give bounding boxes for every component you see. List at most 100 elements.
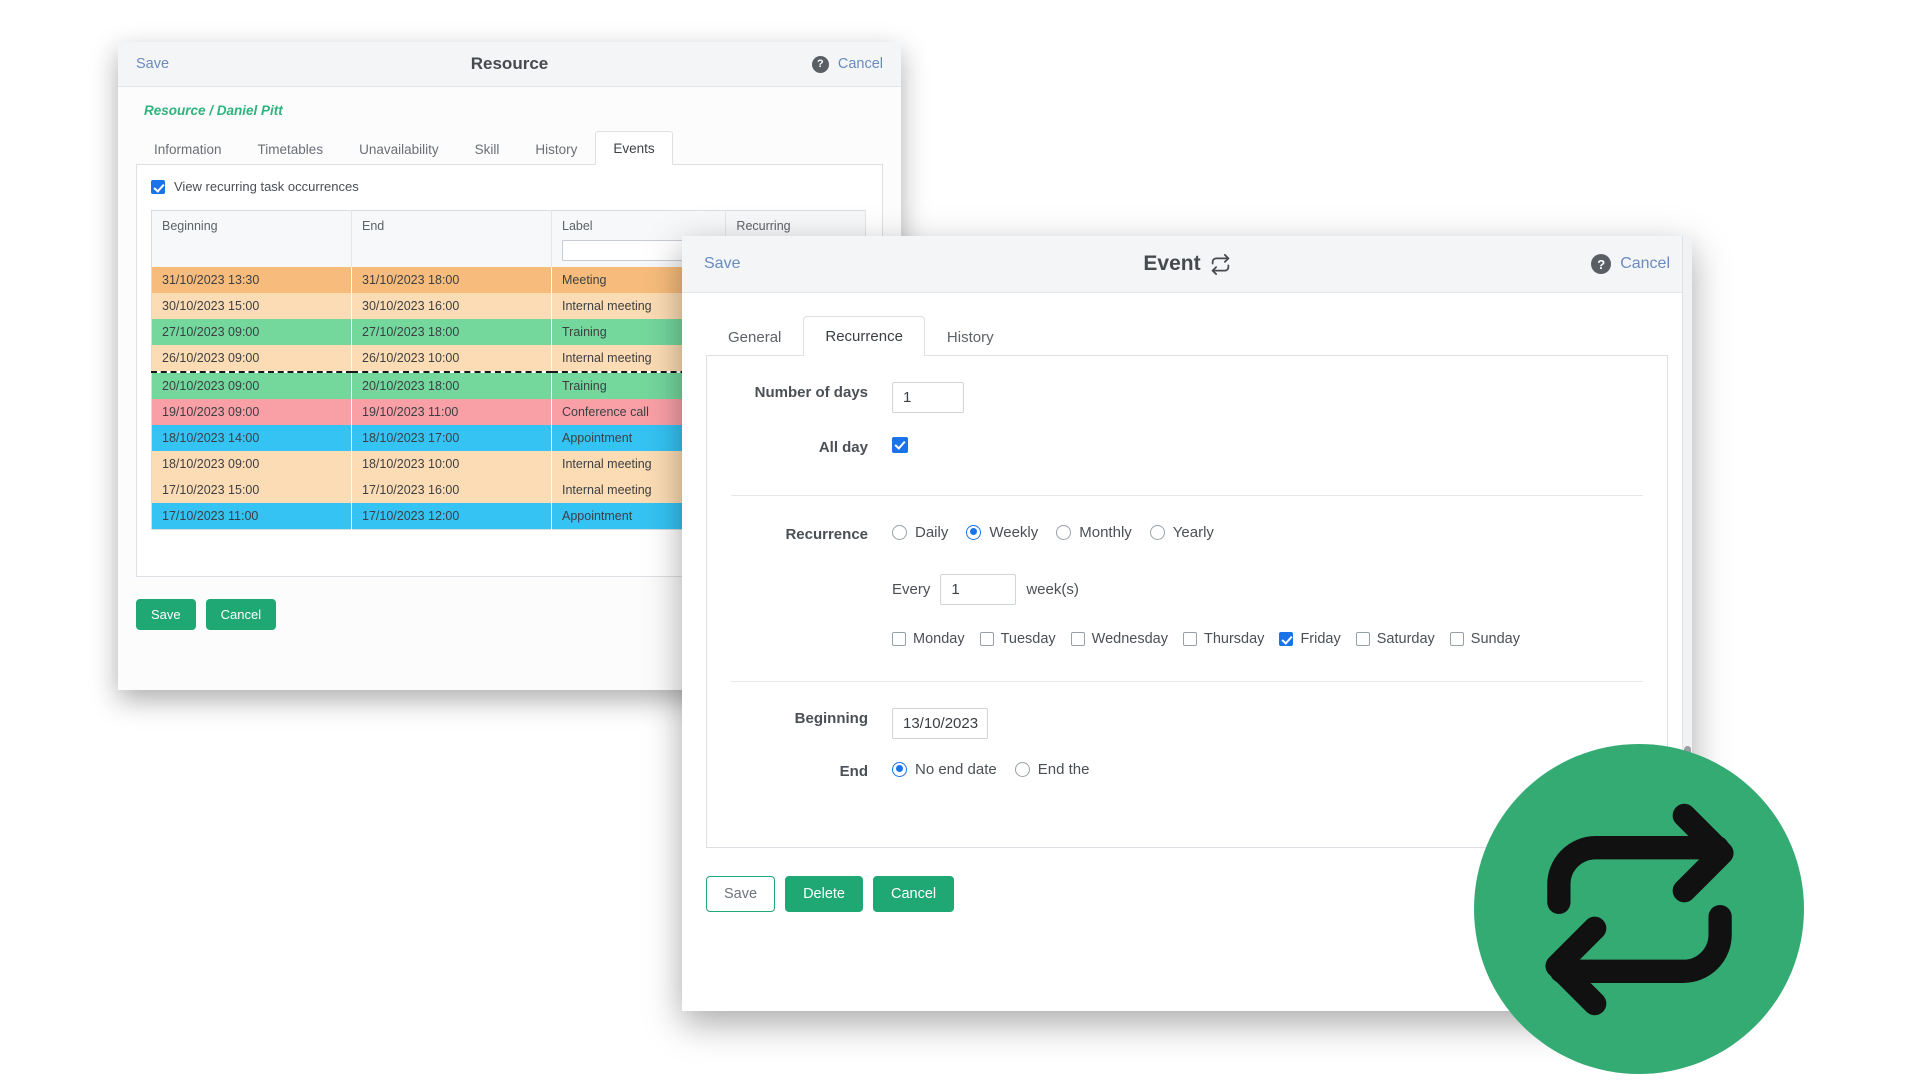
checkbox-wednesday[interactable] bbox=[1071, 632, 1085, 646]
resource-cancel-button[interactable]: Cancel bbox=[206, 599, 276, 630]
cell-beginning: 19/10/2023 09:00 bbox=[152, 399, 352, 425]
resource-dialog-title: Resource bbox=[118, 54, 901, 74]
cell-end: 31/10/2023 18:00 bbox=[352, 267, 552, 293]
cell-end: 17/10/2023 16:00 bbox=[352, 477, 552, 503]
beginning-date-input[interactable]: 13/10/2023 bbox=[892, 708, 988, 739]
tab-skill[interactable]: Skill bbox=[457, 132, 518, 165]
radio-yearly-label: Yearly bbox=[1173, 524, 1214, 541]
column-label-beginning: Beginning bbox=[162, 219, 341, 233]
radio-daily[interactable] bbox=[892, 525, 907, 540]
weekday-saturday-label: Saturday bbox=[1377, 631, 1435, 647]
weekday-tuesday[interactable]: Tuesday bbox=[980, 631, 1056, 647]
cell-end: 18/10/2023 17:00 bbox=[352, 425, 552, 451]
radio-no-end-date-label: No end date bbox=[915, 761, 997, 778]
resource-tabbar: Information Timetables Unavailability Sk… bbox=[136, 130, 883, 165]
resource-header-actions: ? Cancel bbox=[812, 56, 883, 73]
event-tabbar: General Recurrence History bbox=[706, 315, 1668, 356]
recurrence-icon bbox=[1210, 254, 1231, 275]
resource-title-text: Resource bbox=[471, 54, 548, 74]
cell-end: 26/10/2023 10:00 bbox=[352, 345, 552, 372]
view-recurring-row[interactable]: View recurring task occurrences bbox=[151, 179, 868, 194]
weekday-sunday-label: Sunday bbox=[1471, 631, 1520, 647]
radio-no-end-date[interactable] bbox=[892, 762, 907, 777]
cell-beginning: 18/10/2023 09:00 bbox=[152, 451, 352, 477]
column-header-beginning[interactable]: Beginning bbox=[152, 211, 352, 268]
number-of-days-row: Number of days 1 bbox=[707, 382, 1667, 413]
weekday-thursday-label: Thursday bbox=[1204, 631, 1264, 647]
beginning-label: Beginning bbox=[707, 708, 892, 730]
resource-header-save-link[interactable]: Save bbox=[136, 56, 169, 72]
resource-header-cancel-link[interactable]: Cancel bbox=[838, 56, 883, 72]
tab-timetables[interactable]: Timetables bbox=[240, 132, 342, 165]
event-dialog-title: Event bbox=[682, 252, 1692, 276]
cell-beginning: 31/10/2023 13:30 bbox=[152, 267, 352, 293]
weekday-thursday[interactable]: Thursday bbox=[1183, 631, 1264, 647]
checkbox-friday[interactable] bbox=[1279, 632, 1293, 646]
every-weeks-row: Every 1 week(s) bbox=[707, 574, 1667, 605]
tab-general[interactable]: General bbox=[706, 317, 803, 356]
checkbox-thursday[interactable] bbox=[1183, 632, 1197, 646]
checkbox-sunday[interactable] bbox=[1450, 632, 1464, 646]
recurrence-option-weekly[interactable]: Weekly bbox=[966, 524, 1038, 541]
event-delete-button[interactable]: Delete bbox=[785, 876, 863, 912]
end-option-no-end-date[interactable]: No end date bbox=[892, 761, 997, 778]
tab-information[interactable]: Information bbox=[136, 132, 240, 165]
view-recurring-checkbox[interactable] bbox=[151, 180, 165, 194]
tab-unavailability[interactable]: Unavailability bbox=[341, 132, 457, 165]
number-of-days-label: Number of days bbox=[707, 382, 892, 404]
column-header-end[interactable]: End bbox=[352, 211, 552, 268]
every-prefix-label: Every bbox=[892, 581, 930, 598]
tab-history[interactable]: History bbox=[517, 132, 595, 165]
section-divider-2 bbox=[731, 681, 1643, 682]
number-of-days-input[interactable]: 1 bbox=[892, 382, 964, 413]
cell-end: 17/10/2023 12:00 bbox=[352, 503, 552, 530]
cell-beginning: 27/10/2023 09:00 bbox=[152, 319, 352, 345]
cell-beginning: 26/10/2023 09:00 bbox=[152, 345, 352, 372]
radio-monthly-label: Monthly bbox=[1079, 524, 1132, 541]
checkbox-monday[interactable] bbox=[892, 632, 906, 646]
help-icon[interactable]: ? bbox=[812, 56, 829, 73]
event-save-button[interactable]: Save bbox=[706, 876, 775, 912]
breadcrumb: Resource / Daniel Pitt bbox=[136, 87, 901, 118]
recurrence-label: Recurrence bbox=[707, 524, 892, 546]
tab-events[interactable]: Events bbox=[595, 131, 672, 165]
section-divider-1 bbox=[731, 495, 1643, 496]
checkbox-tuesday[interactable] bbox=[980, 632, 994, 646]
weekday-saturday[interactable]: Saturday bbox=[1356, 631, 1435, 647]
end-option-end-the[interactable]: End the bbox=[1015, 761, 1090, 778]
cell-end: 27/10/2023 18:00 bbox=[352, 319, 552, 345]
view-recurring-label: View recurring task occurrences bbox=[174, 179, 359, 194]
recurrence-options: Daily Weekly Monthly Yearly bbox=[892, 524, 1232, 541]
every-interval-input[interactable]: 1 bbox=[940, 574, 1016, 605]
help-icon[interactable]: ? bbox=[1591, 254, 1611, 274]
event-header-actions: ? Cancel bbox=[1591, 254, 1670, 274]
beginning-row: Beginning 13/10/2023 bbox=[707, 708, 1667, 739]
weekdays-row: Monday Tuesday Wednesday Thursday Friday bbox=[707, 631, 1667, 647]
radio-weekly[interactable] bbox=[966, 525, 981, 540]
radio-yearly[interactable] bbox=[1150, 525, 1165, 540]
tab-history[interactable]: History bbox=[925, 317, 1016, 356]
event-header-cancel-link[interactable]: Cancel bbox=[1620, 255, 1670, 273]
column-label-recurring: Recurring bbox=[736, 219, 855, 233]
resource-save-button[interactable]: Save bbox=[136, 599, 196, 630]
recurrence-badge bbox=[1474, 744, 1804, 1074]
radio-daily-label: Daily bbox=[915, 524, 948, 541]
weekday-sunday[interactable]: Sunday bbox=[1450, 631, 1520, 647]
recurrence-option-daily[interactable]: Daily bbox=[892, 524, 948, 541]
weekday-monday[interactable]: Monday bbox=[892, 631, 965, 647]
number-of-days-control: 1 bbox=[892, 382, 964, 413]
tab-recurrence[interactable]: Recurrence bbox=[803, 316, 925, 356]
recurrence-option-yearly[interactable]: Yearly bbox=[1150, 524, 1214, 541]
event-cancel-button[interactable]: Cancel bbox=[873, 876, 954, 912]
recurrence-option-monthly[interactable]: Monthly bbox=[1056, 524, 1132, 541]
checkbox-saturday[interactable] bbox=[1356, 632, 1370, 646]
radio-end-the[interactable] bbox=[1015, 762, 1030, 777]
all-day-checkbox[interactable] bbox=[892, 437, 908, 453]
weekday-friday[interactable]: Friday bbox=[1279, 631, 1340, 647]
recurrence-row: Recurrence Daily Weekly Monthly Yearly bbox=[707, 524, 1667, 546]
weekday-wednesday[interactable]: Wednesday bbox=[1071, 631, 1168, 647]
every-suffix-label: week(s) bbox=[1026, 581, 1079, 598]
radio-monthly[interactable] bbox=[1056, 525, 1071, 540]
event-header-save-link[interactable]: Save bbox=[704, 255, 740, 273]
every-weeks-control: Every 1 week(s) bbox=[892, 574, 1079, 605]
